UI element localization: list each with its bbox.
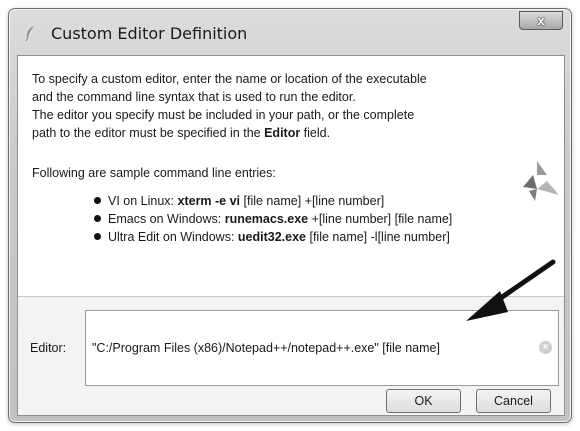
editor-label: Editor: (30, 341, 67, 355)
dialog-title: Custom Editor Definition (51, 24, 248, 43)
intro-text: To specify a custom editor, enter the na… (32, 70, 532, 142)
bullet-icon (94, 233, 101, 240)
sample-command: uedit32.exe (237, 230, 307, 244)
intro-line: and the command line syntax that is used… (32, 90, 356, 104)
intro-text-segment: path to the editor must be specified in … (32, 126, 265, 140)
intro-line: path to the editor must be specified in … (32, 124, 532, 142)
sample-command: xterm -e vi (177, 194, 241, 208)
info-pane: To specify a custom editor, enter the na… (18, 56, 564, 296)
list-item: Emacs on Windows: runemacs.exe +[line nu… (94, 210, 534, 228)
close-button[interactable]: x (519, 11, 563, 30)
intro-line: The editor you specify must be included … (32, 108, 415, 122)
bullet-icon (94, 215, 101, 222)
app-logo-icon (523, 161, 559, 201)
feather-icon (25, 26, 34, 41)
cancel-button[interactable]: Cancel (476, 389, 551, 413)
list-item: VI on Linux: xterm -e vi [file name] +[l… (94, 192, 534, 210)
intro-text-segment: field. (300, 126, 331, 140)
sample-prefix: Emacs on Windows: (108, 212, 225, 226)
sample-prefix: Ultra Edit on Windows: (108, 230, 238, 244)
sample-args: +[line number] [file name] (308, 212, 453, 226)
sample-args: [file name] +[line number] (240, 194, 385, 208)
samples-heading: Following are sample command line entrie… (32, 166, 276, 180)
editor-value[interactable]: "C:/Program Files (x86)/Notepad++/notepa… (92, 341, 440, 355)
list-item: Ultra Edit on Windows: uedit32.exe [file… (94, 228, 534, 246)
intro-line: To specify a custom editor, enter the na… (32, 72, 427, 86)
clear-icon[interactable]: × (539, 341, 552, 354)
sample-args: [file name] -l[line number] (306, 230, 450, 244)
title-bar[interactable]: Custom Editor Definition x (9, 9, 571, 55)
close-icon: x (537, 13, 545, 28)
ok-button[interactable]: OK (386, 389, 461, 413)
sample-list: VI on Linux: xterm -e vi [file name] +[l… (94, 192, 534, 246)
editor-field-reference: Editor (264, 126, 301, 140)
bullet-icon (94, 197, 101, 204)
divider (18, 296, 564, 297)
dialog-body: To specify a custom editor, enter the na… (17, 55, 565, 416)
sample-prefix: VI on Linux: (108, 194, 178, 208)
editor-field[interactable]: "C:/Program Files (x86)/Notepad++/notepa… (85, 310, 559, 386)
custom-editor-dialog: Custom Editor Definition x To specify a … (8, 8, 572, 423)
sample-command: runemacs.exe (224, 212, 309, 226)
